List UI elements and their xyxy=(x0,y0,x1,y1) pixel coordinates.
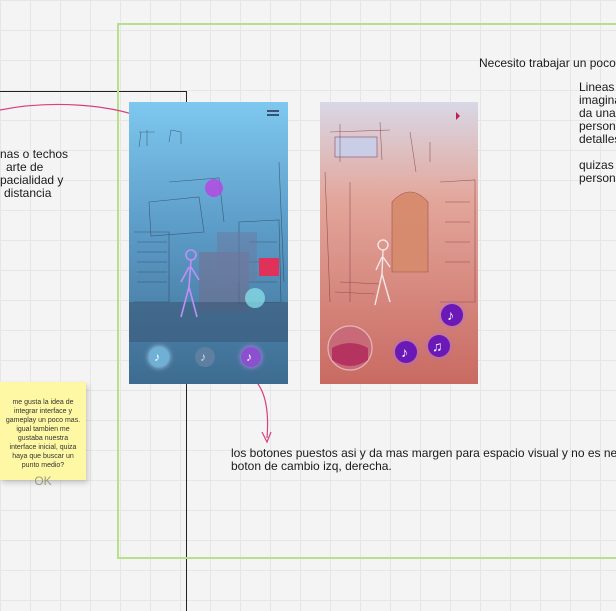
bottom-note-line: boton de cambio izq, derecha. xyxy=(231,459,392,473)
music-note-icon: ♪ xyxy=(154,350,160,364)
music-note-icon: ♪ xyxy=(200,350,206,364)
left-note: nas o techos arte de pacialidad y distan… xyxy=(0,148,68,200)
sticky-note[interactable]: me gusta la idea de integrar interface y… xyxy=(0,382,86,488)
phone-red-artwork xyxy=(320,102,478,384)
connector-arrows xyxy=(0,103,272,444)
music-note-icon: ♪ xyxy=(401,344,408,360)
music-button-2[interactable]: ♪ xyxy=(195,347,215,367)
right-note-line: detalles xyxy=(579,132,616,146)
music-note-icon: ♪ xyxy=(246,350,252,364)
sticky-note-text: me gusta la idea de integrar interface y… xyxy=(5,399,81,469)
music-notes-icon: ♫ xyxy=(432,338,443,354)
sticky-ok-button[interactable]: OK xyxy=(34,474,51,488)
left-note-line: distancia xyxy=(4,186,52,200)
music-button-low[interactable]: ♪ xyxy=(395,341,417,363)
music-note-icon: ♪ xyxy=(447,307,454,323)
music-button-3[interactable]: ♪ xyxy=(241,347,261,367)
bottom-note: los botones puestos asi y da mas margen … xyxy=(231,447,616,473)
right-note: Lineas imagina da una person detalles qu… xyxy=(579,81,616,185)
right-heading-note: Necesito trabajar un poco xyxy=(479,56,616,70)
phone-mockup-blue[interactable]: ♪ ♪ ♪ xyxy=(129,102,288,384)
music-button-mid[interactable]: ♫ xyxy=(428,335,450,357)
phone-mockup-red[interactable]: ♪ ♫ ♪ xyxy=(320,102,478,384)
music-button-top[interactable]: ♪ xyxy=(441,304,463,326)
right-note-line: person xyxy=(579,171,616,185)
music-button-1[interactable]: ♪ xyxy=(149,347,169,367)
phone-blue-artwork xyxy=(129,102,288,384)
